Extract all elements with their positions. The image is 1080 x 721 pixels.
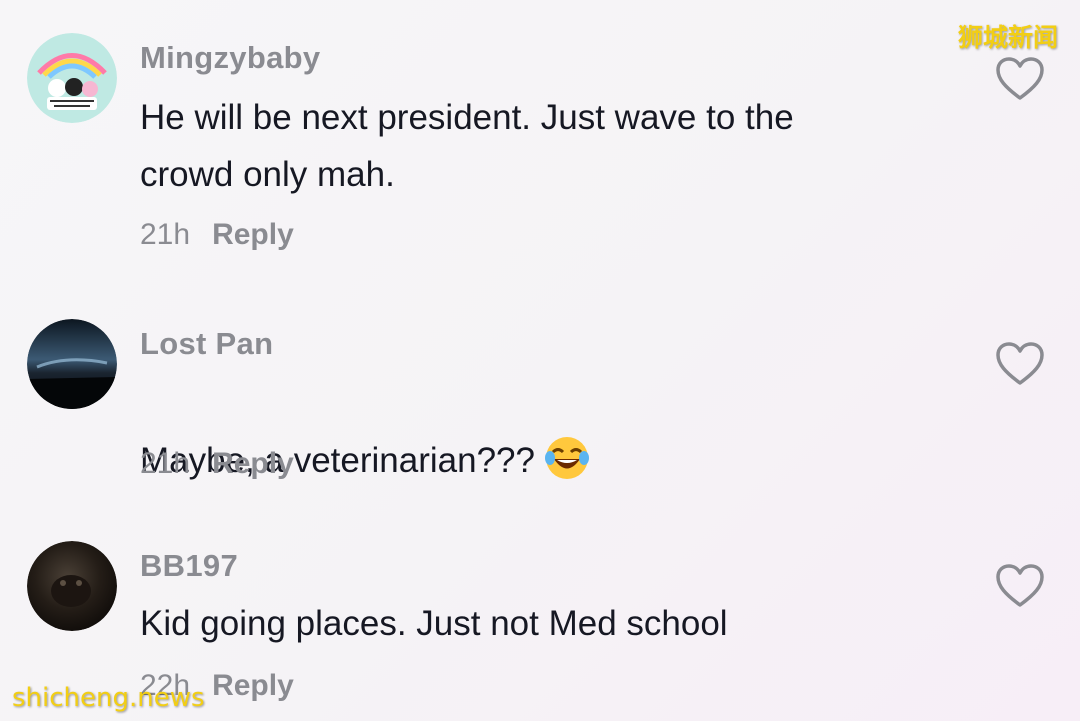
comment-text: He will be next president. Just wave to …: [140, 98, 794, 194]
watermark-bottom: shicheng.news: [12, 683, 205, 713]
avatar[interactable]: [27, 33, 117, 123]
comment-meta: 21h Reply: [140, 218, 294, 252]
avatar-image: [27, 541, 117, 631]
comment-username[interactable]: BB197: [140, 548, 238, 584]
comment-timestamp: 21h: [140, 447, 191, 480]
like-button[interactable]: [995, 341, 1045, 387]
reply-button[interactable]: Reply: [212, 447, 294, 480]
reply-button[interactable]: Reply: [212, 669, 294, 702]
like-button[interactable]: [995, 563, 1045, 609]
heart-outline-icon: [996, 57, 1044, 100]
comment-timestamp: 21h: [140, 218, 191, 251]
comment-meta: 21h Reply: [140, 447, 294, 481]
heart-outline-icon: [996, 564, 1044, 607]
reply-button[interactable]: Reply: [212, 218, 294, 251]
avatar-image: [27, 33, 117, 123]
avatar[interactable]: [27, 319, 117, 409]
comment-text: Kid going places. Just not Med school: [140, 604, 728, 643]
laughing-tears-emoji: [543, 434, 591, 482]
comment-username[interactable]: Lost Pan: [140, 326, 273, 362]
avatar-image: [27, 319, 117, 409]
like-button[interactable]: [995, 56, 1045, 102]
comment-username[interactable]: Mingzybaby: [140, 40, 320, 76]
avatar[interactable]: [27, 541, 117, 631]
heart-outline-icon: [996, 342, 1044, 385]
watermark-top: 狮城新闻: [958, 23, 1059, 52]
